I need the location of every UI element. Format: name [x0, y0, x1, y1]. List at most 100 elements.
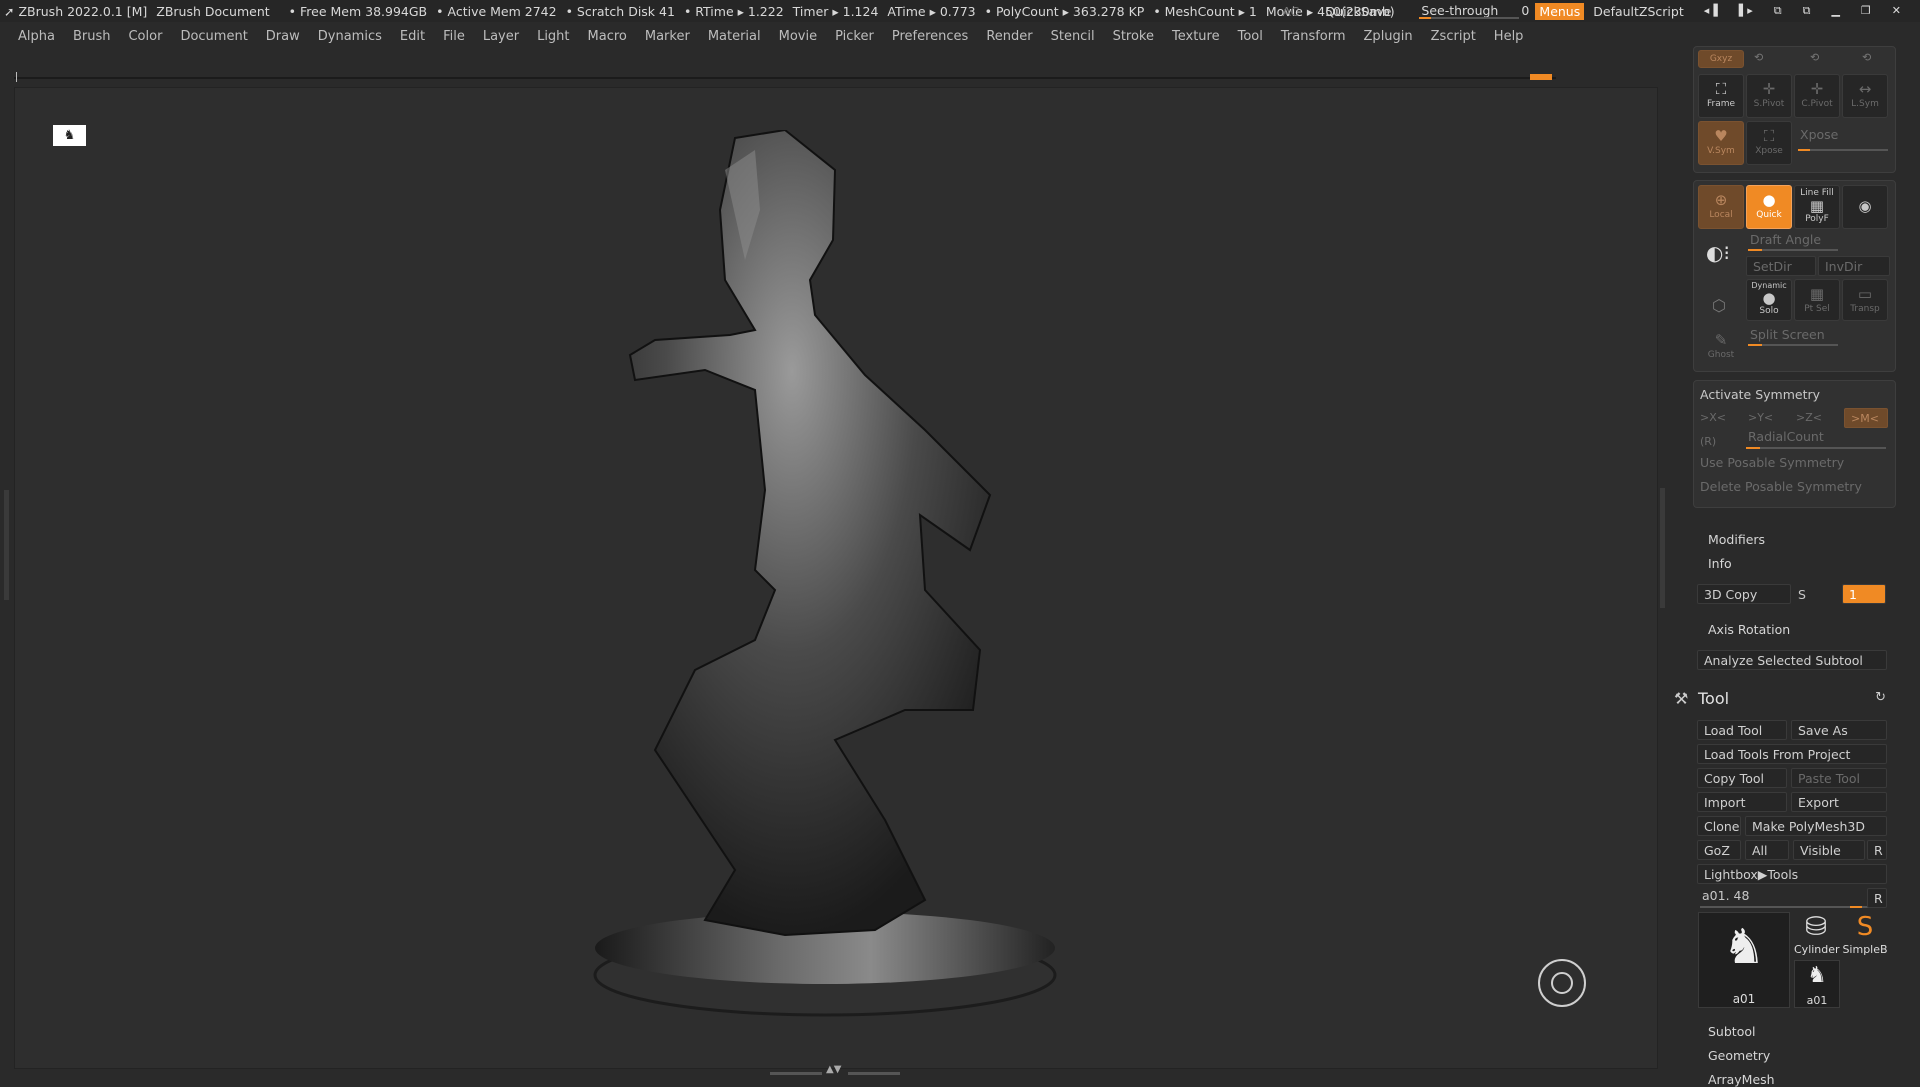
load-tools-from-project-button[interactable]: Load Tools From Project — [1697, 744, 1887, 764]
contrast-icon[interactable]: ◐⁝ — [1706, 241, 1730, 265]
polyf-button[interactable]: Line Fill ▦ PolyF — [1794, 185, 1840, 229]
radial-count-slider[interactable] — [1746, 447, 1886, 449]
y-sym-button[interactable]: >Y< — [1748, 411, 1773, 424]
thumb-a01-large[interactable]: ♞ a01 — [1698, 912, 1790, 1008]
goz-button[interactable]: GoZ — [1697, 840, 1741, 860]
quick-button[interactable]: ● Quick — [1746, 185, 1792, 229]
z-sym-button[interactable]: >Z< — [1796, 411, 1822, 424]
delete-posable-symmetry-button[interactable]: Delete Posable Symmetry — [1700, 479, 1862, 494]
v-sym-button[interactable]: ♥ V.Sym — [1698, 121, 1744, 165]
thumb-a01-small[interactable]: ♞ a01 — [1794, 960, 1840, 1008]
clone-button[interactable]: Clone — [1697, 816, 1741, 836]
thumb-simpleb[interactable]: S SimpleB — [1840, 912, 1890, 956]
xpose-button[interactable]: ⛶ Xpose — [1746, 121, 1792, 165]
menu-macro[interactable]: Macro — [588, 29, 627, 44]
axis-rotation-section[interactable]: Axis Rotation — [1708, 622, 1790, 637]
thumb-cylinder[interactable]: ⛁ Cylinder — [1794, 912, 1840, 956]
gizmo-icon[interactable] — [1538, 959, 1586, 1007]
use-posable-symmetry-button[interactable]: Use Posable Symmetry — [1700, 455, 1844, 470]
goz-r-button[interactable]: R — [1867, 840, 1887, 860]
r-sym-button[interactable]: (R) — [1700, 435, 1716, 448]
quicksave-button[interactable]: QuickSave — [1325, 4, 1391, 19]
xpose-slider[interactable] — [1798, 149, 1888, 151]
right-tray-handle[interactable] — [1660, 488, 1665, 608]
default-zscript[interactable]: DefaultZScript — [1593, 4, 1684, 19]
menu-color[interactable]: Color — [128, 29, 162, 44]
analyze-subtool-button[interactable]: Analyze Selected Subtool — [1697, 650, 1887, 670]
m-sym-button[interactable]: >M< — [1844, 408, 1888, 428]
tool-header[interactable]: ⚒ Tool ↻ — [1674, 689, 1896, 713]
refresh-icon[interactable]: ↻ — [1875, 690, 1886, 705]
left-tray-handle[interactable] — [4, 490, 9, 600]
sculpt-model[interactable] — [585, 130, 1085, 1030]
copy-tool-button[interactable]: Copy Tool — [1697, 768, 1787, 788]
subtool-section[interactable]: Subtool — [1708, 1024, 1755, 1039]
menu-zplugin[interactable]: Zplugin — [1364, 29, 1413, 44]
menu-preferences[interactable]: Preferences — [892, 29, 968, 44]
split-screen-slider[interactable] — [1748, 344, 1838, 346]
goz-all-button[interactable]: All — [1745, 840, 1789, 860]
solo-button[interactable]: Dynamic ● Solo — [1746, 279, 1792, 321]
bottom-tray-handle[interactable]: ▲▼ — [770, 1064, 900, 1076]
export-button[interactable]: Export — [1791, 792, 1887, 812]
menu-light[interactable]: Light — [537, 29, 569, 44]
timeline-marker[interactable] — [1530, 74, 1552, 80]
menu-dynamics[interactable]: Dynamics — [318, 29, 382, 44]
menu-layer[interactable]: Layer — [483, 29, 519, 44]
l-sym-button[interactable]: ↔ L.Sym — [1842, 74, 1888, 118]
transp-button[interactable]: ▭ Transp — [1842, 279, 1888, 321]
local-button[interactable]: ⊕ Local — [1698, 185, 1744, 229]
load-tool-button[interactable]: Load Tool — [1697, 720, 1787, 740]
menu-movie[interactable]: Movie — [779, 29, 817, 44]
timeline[interactable] — [14, 72, 1556, 82]
tool-r-button[interactable]: R — [1867, 888, 1887, 908]
menu-tool[interactable]: Tool — [1238, 29, 1263, 44]
paste-tool-button[interactable]: Paste Tool — [1791, 768, 1887, 788]
save-as-button[interactable]: Save As — [1791, 720, 1887, 740]
menu-picker[interactable]: Picker — [835, 29, 874, 44]
s-pivot-button[interactable]: ✛ S.Pivot — [1746, 74, 1792, 118]
layout-left-icon[interactable]: ◂▐ — [1704, 4, 1718, 18]
copy-layout-icon[interactable]: ⧉ — [1774, 4, 1782, 18]
goz-visible-button[interactable]: Visible — [1793, 840, 1865, 860]
gxyz-button[interactable]: Gxyz — [1698, 50, 1744, 68]
geometry-section[interactable]: Geometry — [1708, 1048, 1770, 1063]
persp-button[interactable]: ◉ — [1842, 185, 1888, 229]
menu-transform[interactable]: Transform — [1281, 29, 1346, 44]
menu-stroke[interactable]: Stroke — [1113, 29, 1154, 44]
ac-button[interactable]: AC — [1282, 4, 1299, 19]
make-polymesh3d-button[interactable]: Make PolyMesh3D — [1745, 816, 1887, 836]
layout-right-icon[interactable]: ▌▸ — [1739, 4, 1753, 18]
navigation-thumbnail[interactable]: ♞ — [53, 125, 86, 146]
draft-angle-slider[interactable] — [1748, 249, 1838, 251]
menu-draw[interactable]: Draw — [266, 29, 300, 44]
menu-alpha[interactable]: Alpha — [18, 29, 55, 44]
paste-layout-icon[interactable]: ⧉ — [1803, 4, 1811, 18]
c-pivot-button[interactable]: ✛ C.Pivot — [1794, 74, 1840, 118]
menu-material[interactable]: Material — [708, 29, 761, 44]
menu-help[interactable]: Help — [1494, 29, 1524, 44]
minimize-icon[interactable]: ▁ — [1831, 4, 1839, 18]
restore-icon[interactable]: ❐ — [1861, 4, 1871, 18]
menus-button[interactable]: Menus — [1535, 2, 1585, 20]
see-through-slider[interactable]: See-through 0 — [1417, 3, 1529, 19]
menu-zscript[interactable]: Zscript — [1431, 29, 1476, 44]
activate-symmetry-button[interactable]: Activate Symmetry — [1700, 387, 1820, 402]
menu-render[interactable]: Render — [986, 29, 1032, 44]
rotate-x-icon[interactable]: ⟲ — [1862, 51, 1871, 64]
menu-document[interactable]: Document — [180, 29, 247, 44]
pt-sel-button[interactable]: ▦ Pt Sel — [1794, 279, 1840, 321]
menu-edit[interactable]: Edit — [400, 29, 425, 44]
setdir-button[interactable]: SetDir — [1746, 256, 1816, 276]
modifiers-section[interactable]: Modifiers — [1708, 532, 1765, 547]
rotate-y-icon[interactable]: ⟲ — [1754, 51, 1763, 64]
menu-file[interactable]: File — [443, 29, 465, 44]
import-button[interactable]: Import — [1697, 792, 1787, 812]
invdir-button[interactable]: InvDir — [1818, 256, 1890, 276]
menu-brush[interactable]: Brush — [73, 29, 111, 44]
info-section[interactable]: Info — [1708, 556, 1732, 571]
close-icon[interactable]: ✕ — [1892, 4, 1901, 18]
s-value-field[interactable]: 1 — [1842, 584, 1886, 604]
frame-button[interactable]: ⛶ Frame — [1698, 74, 1744, 118]
menu-texture[interactable]: Texture — [1172, 29, 1220, 44]
